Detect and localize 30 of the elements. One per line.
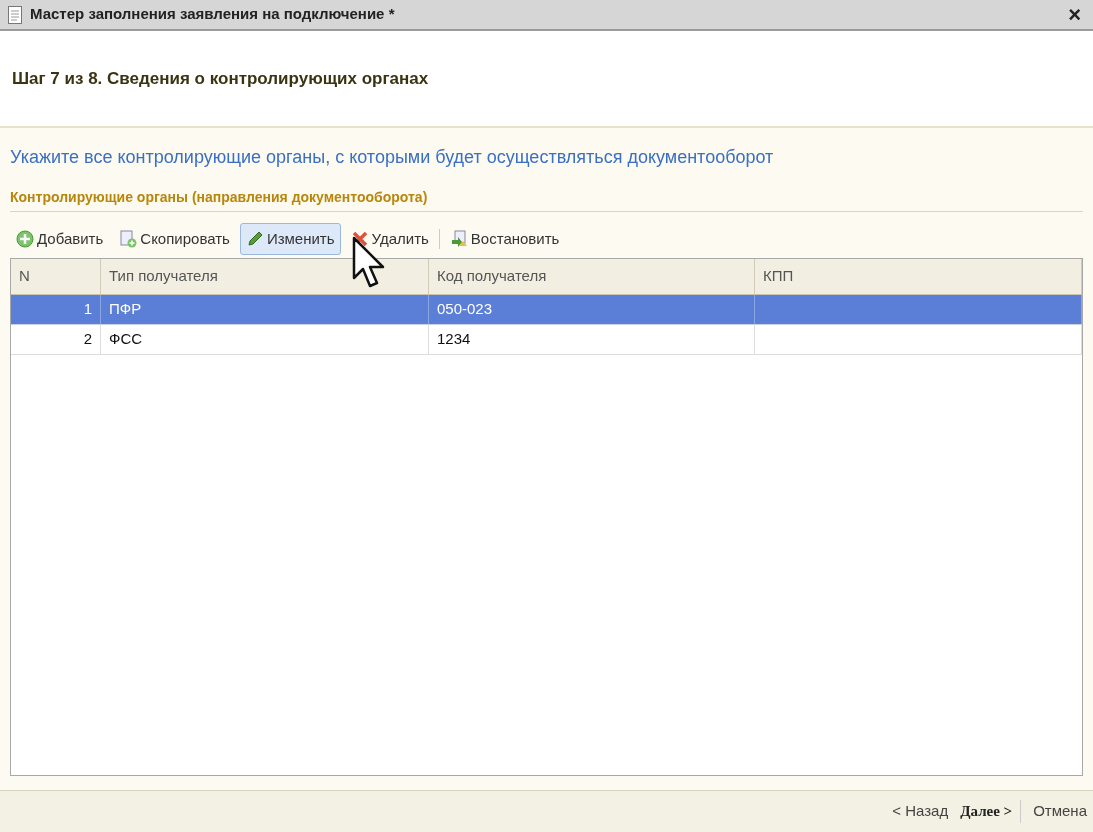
- table-cell: 1: [11, 295, 101, 324]
- column-header[interactable]: КПП: [755, 259, 1082, 294]
- instruction-text: Укажите все контролирующие органы, с которыми будет осуществляться документооборот: [10, 146, 775, 169]
- step-title: Шаг 7 из 8. Сведения о контролирующих органах: [12, 67, 429, 90]
- table-cell: ФСС: [101, 325, 429, 354]
- copy-button[interactable]: Скопировать: [113, 223, 236, 255]
- table-cell: 050-023: [429, 295, 755, 324]
- table-cell: ПФР: [101, 295, 429, 324]
- table-row[interactable]: 1 ПФР 050-023: [11, 295, 1082, 325]
- add-button[interactable]: Добавить: [10, 223, 110, 255]
- restore-button[interactable]: Востановить: [443, 223, 566, 255]
- next-button[interactable]: Далее >: [960, 800, 1022, 823]
- group-title: Контролирующие органы (направления документооборота): [10, 189, 428, 205]
- back-button[interactable]: < Назад: [892, 800, 949, 823]
- delete-icon: [350, 230, 369, 248]
- table-row[interactable]: 2 ФСС 1234: [11, 325, 1082, 355]
- edit-button[interactable]: Изменить: [239, 223, 341, 255]
- window-title: Мастер заполнения заявления на подключение *: [30, 4, 396, 25]
- delete-button[interactable]: Удалить: [344, 223, 435, 255]
- column-header[interactable]: N: [11, 259, 101, 294]
- close-button[interactable]: ×: [1064, 3, 1085, 26]
- add-icon: [16, 230, 34, 248]
- table-cell: 1234: [429, 325, 755, 354]
- pencil-icon: [245, 230, 264, 248]
- restore-icon: [449, 230, 468, 248]
- column-header[interactable]: Код получателя: [429, 259, 755, 294]
- copy-icon: [119, 230, 138, 248]
- document-icon: [8, 5, 22, 24]
- cancel-button[interactable]: Отмена: [1033, 800, 1087, 823]
- table-cell: 2: [11, 325, 101, 354]
